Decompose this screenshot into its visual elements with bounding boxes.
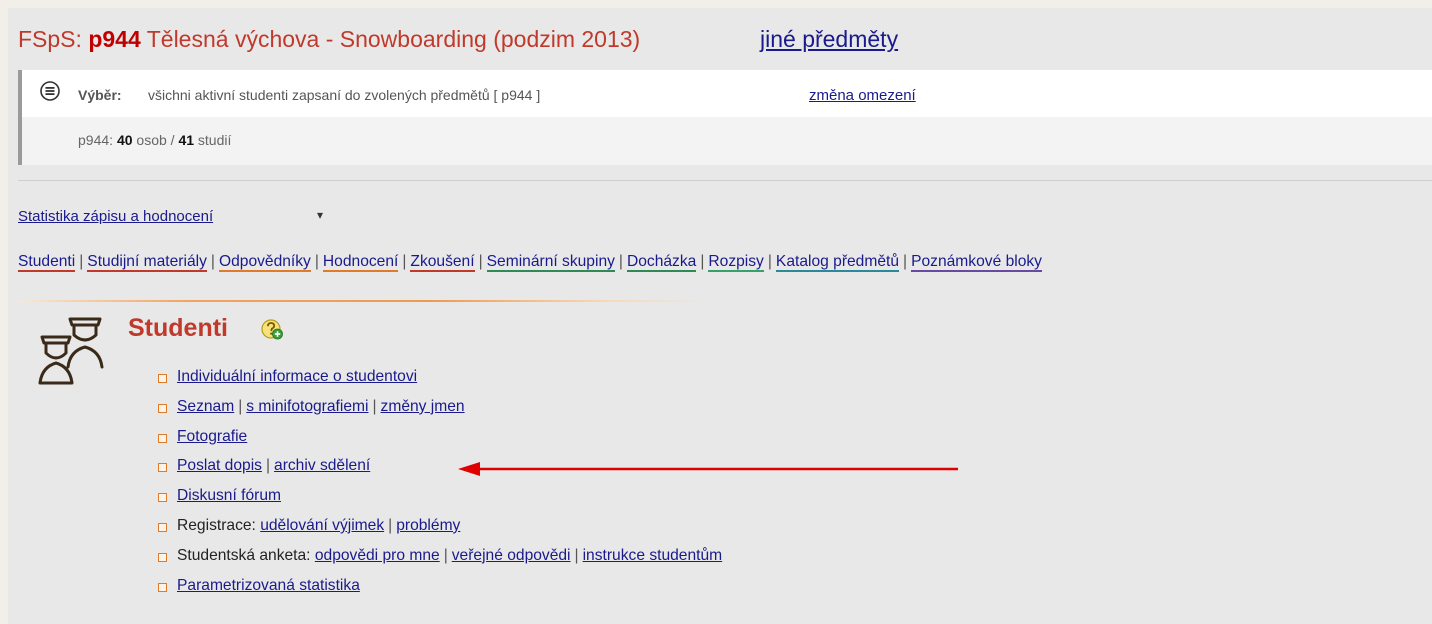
bullet-icon bbox=[158, 522, 167, 532]
section-title: Studenti bbox=[128, 314, 228, 342]
public-answers-link[interactable]: veřejné odpovědi bbox=[452, 547, 571, 564]
studies-label: studií bbox=[194, 132, 232, 148]
nav-notebooks[interactable]: Poznámkové bloky bbox=[911, 253, 1042, 272]
bullet-icon bbox=[158, 493, 167, 503]
nav-study-materials[interactable]: Studijní materiály bbox=[87, 253, 207, 272]
page-title: FSpS: p944 Tělesná výchova - Snowboardin… bbox=[18, 26, 640, 56]
separator: | bbox=[443, 546, 448, 564]
count-row: p944: 40 osob / 41 studií bbox=[22, 117, 1432, 165]
students-menu: Individuální informace o studentovi Sezn… bbox=[158, 368, 722, 606]
nav-attendance[interactable]: Docházka bbox=[626, 253, 697, 272]
photos-link[interactable]: Fotografie bbox=[177, 428, 247, 445]
nav-separator: | bbox=[314, 253, 319, 270]
nav-separator: | bbox=[903, 253, 908, 270]
bullet-icon bbox=[158, 433, 167, 443]
module-nav: Studenti | Studijní materiály | Odpovědníky |… bbox=[18, 253, 1042, 272]
send-letter-link[interactable]: Poslat dopis bbox=[177, 457, 262, 474]
nav-answer-sheets[interactable]: Odpovědníky bbox=[218, 253, 311, 272]
bullet-icon bbox=[158, 552, 167, 562]
selection-box: Výběr: všichni aktivní studenti zapsaní … bbox=[18, 70, 1432, 165]
problems-link[interactable]: problémy bbox=[396, 517, 460, 534]
nav-students[interactable]: Studenti bbox=[18, 253, 76, 272]
name-changes-link[interactable]: změny jmen bbox=[381, 398, 465, 415]
list-link[interactable]: Seznam bbox=[177, 398, 234, 415]
section-divider bbox=[18, 300, 708, 302]
main-panel: FSpS: p944 Tělesná výchova - Snowboardin… bbox=[8, 8, 1432, 624]
registration-label: Registrace: bbox=[177, 516, 261, 534]
list-item: Seznam | s minifotografiemi | změny jmen bbox=[158, 398, 722, 428]
list-item: Diskusní fórum bbox=[158, 487, 722, 517]
exceptions-link[interactable]: udělování výjimek bbox=[260, 517, 384, 534]
nav-seminar-groups[interactable]: Seminární skupiny bbox=[486, 253, 615, 272]
course-code: p944 bbox=[88, 26, 141, 52]
separator: | bbox=[388, 516, 393, 534]
red-arrow-annotation bbox=[458, 462, 958, 476]
bullet-icon bbox=[158, 374, 167, 383]
bullet-icon bbox=[158, 463, 167, 473]
nav-course-catalog[interactable]: Katalog předmětů bbox=[775, 253, 900, 272]
individual-info-link[interactable]: Individuální informace o studentovi bbox=[177, 368, 417, 385]
persons-count: 40 bbox=[116, 132, 133, 148]
course-title: Tělesná výchova - Snowboarding (podzim 2… bbox=[140, 26, 641, 52]
selection-label: Výběr: bbox=[78, 87, 122, 103]
nav-separator: | bbox=[402, 253, 407, 270]
survey-label: Studentská anketa: bbox=[177, 546, 315, 564]
count-line: p944: 40 osob / 41 studií bbox=[78, 132, 231, 148]
discussion-forum-link[interactable]: Diskusní fórum bbox=[177, 487, 281, 504]
nav-separator: | bbox=[210, 253, 215, 270]
separator: | bbox=[265, 457, 271, 475]
list-item: Registrace: udělování výjimek | problémy bbox=[158, 517, 722, 547]
count-prefix: p944: bbox=[78, 132, 117, 148]
persons-label: osob / bbox=[132, 132, 179, 148]
separator: | bbox=[574, 546, 579, 564]
studies-count: 41 bbox=[178, 132, 195, 148]
nav-separator: | bbox=[767, 253, 772, 270]
bullet-icon bbox=[158, 403, 167, 413]
selection-text: všichni aktivní studenti zapsaní do zvol… bbox=[148, 87, 541, 103]
change-restriction-link[interactable]: změna omezení bbox=[809, 87, 916, 104]
mini-photos-link[interactable]: s minifotografiemi bbox=[246, 398, 368, 415]
student-instructions-link[interactable]: instrukce studentům bbox=[583, 547, 723, 564]
list-item: Parametrizovaná statistika bbox=[158, 577, 722, 607]
statistics-link[interactable]: Statistika zápisu a hodnocení bbox=[18, 208, 213, 225]
nav-separator: | bbox=[79, 253, 84, 270]
answers-for-me-link[interactable]: odpovědi pro mne bbox=[315, 547, 440, 564]
bullet-icon bbox=[158, 582, 167, 592]
list-item: Fotografie bbox=[158, 428, 722, 458]
list-menu-icon[interactable] bbox=[40, 81, 60, 101]
title-prefix: FSpS: bbox=[18, 26, 89, 52]
nav-grading[interactable]: Hodnocení bbox=[322, 253, 399, 272]
other-courses-link[interactable]: jiné předměty bbox=[760, 26, 898, 53]
nav-separator: | bbox=[618, 253, 623, 270]
nav-separator: | bbox=[700, 253, 705, 270]
help-plus-icon[interactable] bbox=[261, 318, 283, 340]
nav-schedules[interactable]: Rozpisy bbox=[708, 253, 764, 272]
students-icon bbox=[38, 317, 104, 385]
selection-row: Výběr: všichni aktivní studenti zapsaní … bbox=[22, 70, 1432, 117]
separator: | bbox=[372, 397, 377, 415]
parametrized-stats-link[interactable]: Parametrizovaná statistika bbox=[177, 577, 360, 594]
message-archive-link[interactable]: archiv sdělení bbox=[274, 457, 370, 474]
list-item: Studentská anketa: odpovědi pro mne | veře… bbox=[158, 547, 722, 577]
divider bbox=[18, 180, 1432, 181]
list-item: Individuální informace o studentovi bbox=[158, 368, 722, 398]
caret-down-icon[interactable]: ▾ bbox=[317, 208, 323, 222]
nav-exams[interactable]: Zkoušení bbox=[410, 253, 475, 272]
nav-separator: | bbox=[478, 253, 483, 270]
separator: | bbox=[238, 397, 243, 415]
